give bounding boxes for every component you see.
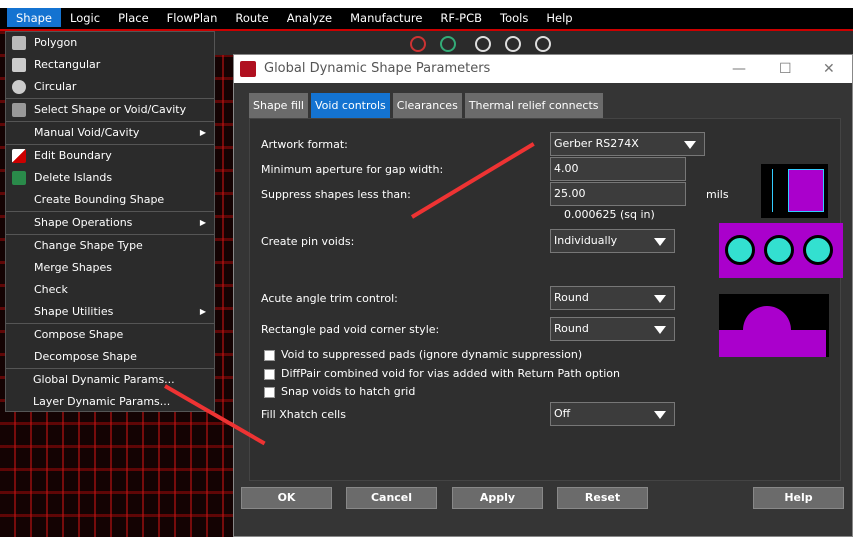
suppress-label: Suppress shapes less than: xyxy=(261,188,411,201)
delete-islands-icon xyxy=(12,171,26,185)
xhatch-label: Fill Xhatch cells xyxy=(261,408,346,421)
tab-thermal-relief[interactable]: Thermal relief connects xyxy=(464,93,603,118)
artwork-format-label: Artwork format: xyxy=(261,138,348,151)
menu-item-select-shape[interactable]: Select Shape or Void/Cavity xyxy=(6,99,214,121)
apply-button[interactable]: Apply xyxy=(452,487,543,509)
menu-item-global-dynamic-params[interactable]: Global Dynamic Params... xyxy=(6,369,214,391)
menu-item-create-bounding-shape[interactable]: Create Bounding Shape xyxy=(6,189,214,211)
submenu-arrow-icon: ▶ xyxy=(199,218,206,227)
select-icon xyxy=(12,103,26,117)
menu-item-check[interactable]: Check xyxy=(6,279,214,301)
menu-item-rectangular[interactable]: Rectangular xyxy=(6,54,214,76)
suppress-area: 0.000625 (sq in) xyxy=(564,208,655,221)
toolbar-zoom-icon[interactable] xyxy=(475,36,491,52)
artwork-format-select[interactable]: Gerber RS274X xyxy=(550,132,705,156)
void-suppressed-pads-checkbox[interactable] xyxy=(264,350,275,361)
reset-button[interactable]: Reset xyxy=(557,487,648,509)
rectangle-icon xyxy=(12,58,26,72)
menu-item-delete-islands[interactable]: Delete Islands xyxy=(6,167,214,189)
global-dynamic-shape-dialog: Global Dynamic Shape Parameters — ☐ ✕ Sh… xyxy=(233,54,853,537)
checkbox-label: Void to suppressed pads (ignore dynamic … xyxy=(281,348,583,361)
gap-preview-image xyxy=(761,164,828,218)
corner-style-preview xyxy=(719,294,829,357)
checkbox-label: Snap voids to hatch grid xyxy=(281,385,416,398)
menu-item-decompose-shape[interactable]: Decompose Shape xyxy=(6,346,214,368)
suppress-unit: mils xyxy=(706,188,729,201)
toolbar-zoom-fit-icon[interactable] xyxy=(505,36,521,52)
menu-item-circular[interactable]: Circular xyxy=(6,76,214,98)
help-button[interactable]: Help xyxy=(753,487,844,509)
acute-angle-select[interactable]: Round xyxy=(550,286,675,310)
menu-manufacture[interactable]: Manufacture xyxy=(341,8,431,27)
polygon-icon xyxy=(12,36,26,50)
pin-voids-select[interactable]: Individually xyxy=(550,229,675,253)
ok-button[interactable]: OK xyxy=(241,487,332,509)
menu-item-shape-operations[interactable]: Shape Operations ▶ xyxy=(6,212,214,234)
toolbar xyxy=(215,31,853,55)
minimize-button[interactable]: — xyxy=(732,55,746,83)
submenu-arrow-icon: ▶ xyxy=(199,128,206,137)
menu-item-manual-void[interactable]: Manual Void/Cavity ▶ xyxy=(6,122,214,144)
menu-item-merge-shapes[interactable]: Merge Shapes xyxy=(6,257,214,279)
checkbox-label: DiffPair combined void for vias added wi… xyxy=(281,367,620,380)
acute-angle-label: Acute angle trim control: xyxy=(261,292,398,305)
tab-shape-fill[interactable]: Shape fill xyxy=(249,93,308,118)
min-aperture-label: Minimum aperture for gap width: xyxy=(261,163,444,176)
close-button[interactable]: ✕ xyxy=(823,55,835,83)
menu-rf-pcb[interactable]: RF-PCB xyxy=(431,8,491,27)
menu-analyze[interactable]: Analyze xyxy=(278,8,341,27)
menu-item-edit-boundary[interactable]: Edit Boundary xyxy=(6,145,214,167)
maximize-button[interactable]: ☐ xyxy=(779,55,792,83)
menu-item-shape-utilities[interactable]: Shape Utilities ▶ xyxy=(6,301,214,323)
menu-bar: Shape Logic Place FlowPlan Route Analyze… xyxy=(0,8,853,29)
menu-shape[interactable]: Shape xyxy=(7,8,62,27)
menu-item-change-shape-type[interactable]: Change Shape Type xyxy=(6,235,214,257)
app-logo-icon xyxy=(240,61,256,77)
rect-pad-select[interactable]: Round xyxy=(550,317,675,341)
tab-bar: Shape fill Void controls Clearances Ther… xyxy=(249,93,603,118)
circle-icon xyxy=(12,80,26,94)
menu-logic[interactable]: Logic xyxy=(61,8,109,27)
menu-flowplan[interactable]: FlowPlan xyxy=(158,8,227,27)
toolbar-rats-green-icon[interactable] xyxy=(440,36,456,52)
pin-voids-preview xyxy=(719,223,843,278)
tab-void-controls[interactable]: Void controls xyxy=(310,93,390,118)
void-controls-panel: Artwork format: Gerber RS274X Minimum ap… xyxy=(249,118,843,481)
menu-route[interactable]: Route xyxy=(226,8,277,27)
dialog-title-bar: Global Dynamic Shape Parameters — ☐ ✕ xyxy=(234,55,852,83)
rect-pad-label: Rectangle pad void corner style: xyxy=(261,323,440,336)
cancel-button[interactable]: Cancel xyxy=(346,487,437,509)
menu-tools[interactable]: Tools xyxy=(491,8,537,27)
xhatch-select[interactable]: Off xyxy=(550,402,675,426)
suppress-input[interactable]: 25.00 xyxy=(550,182,686,206)
window-title-bar xyxy=(0,0,853,8)
menu-place[interactable]: Place xyxy=(109,8,158,27)
menu-item-compose-shape[interactable]: Compose Shape xyxy=(6,324,214,346)
shape-menu: Polygon Rectangular Circular Select Shap… xyxy=(5,31,215,412)
tab-clearances[interactable]: Clearances xyxy=(392,93,462,118)
menu-help[interactable]: Help xyxy=(537,8,581,27)
edit-boundary-icon xyxy=(12,149,26,163)
diffpair-void-checkbox[interactable] xyxy=(264,369,275,380)
toolbar-zoom-in-icon[interactable] xyxy=(535,36,551,52)
pin-voids-label: Create pin voids: xyxy=(261,235,355,248)
snap-voids-checkbox[interactable] xyxy=(264,387,275,398)
toolbar-rats-icon[interactable] xyxy=(410,36,426,52)
menu-item-polygon[interactable]: Polygon xyxy=(6,32,214,54)
min-aperture-input[interactable]: 4.00 xyxy=(550,157,686,181)
submenu-arrow-icon: ▶ xyxy=(199,307,206,316)
